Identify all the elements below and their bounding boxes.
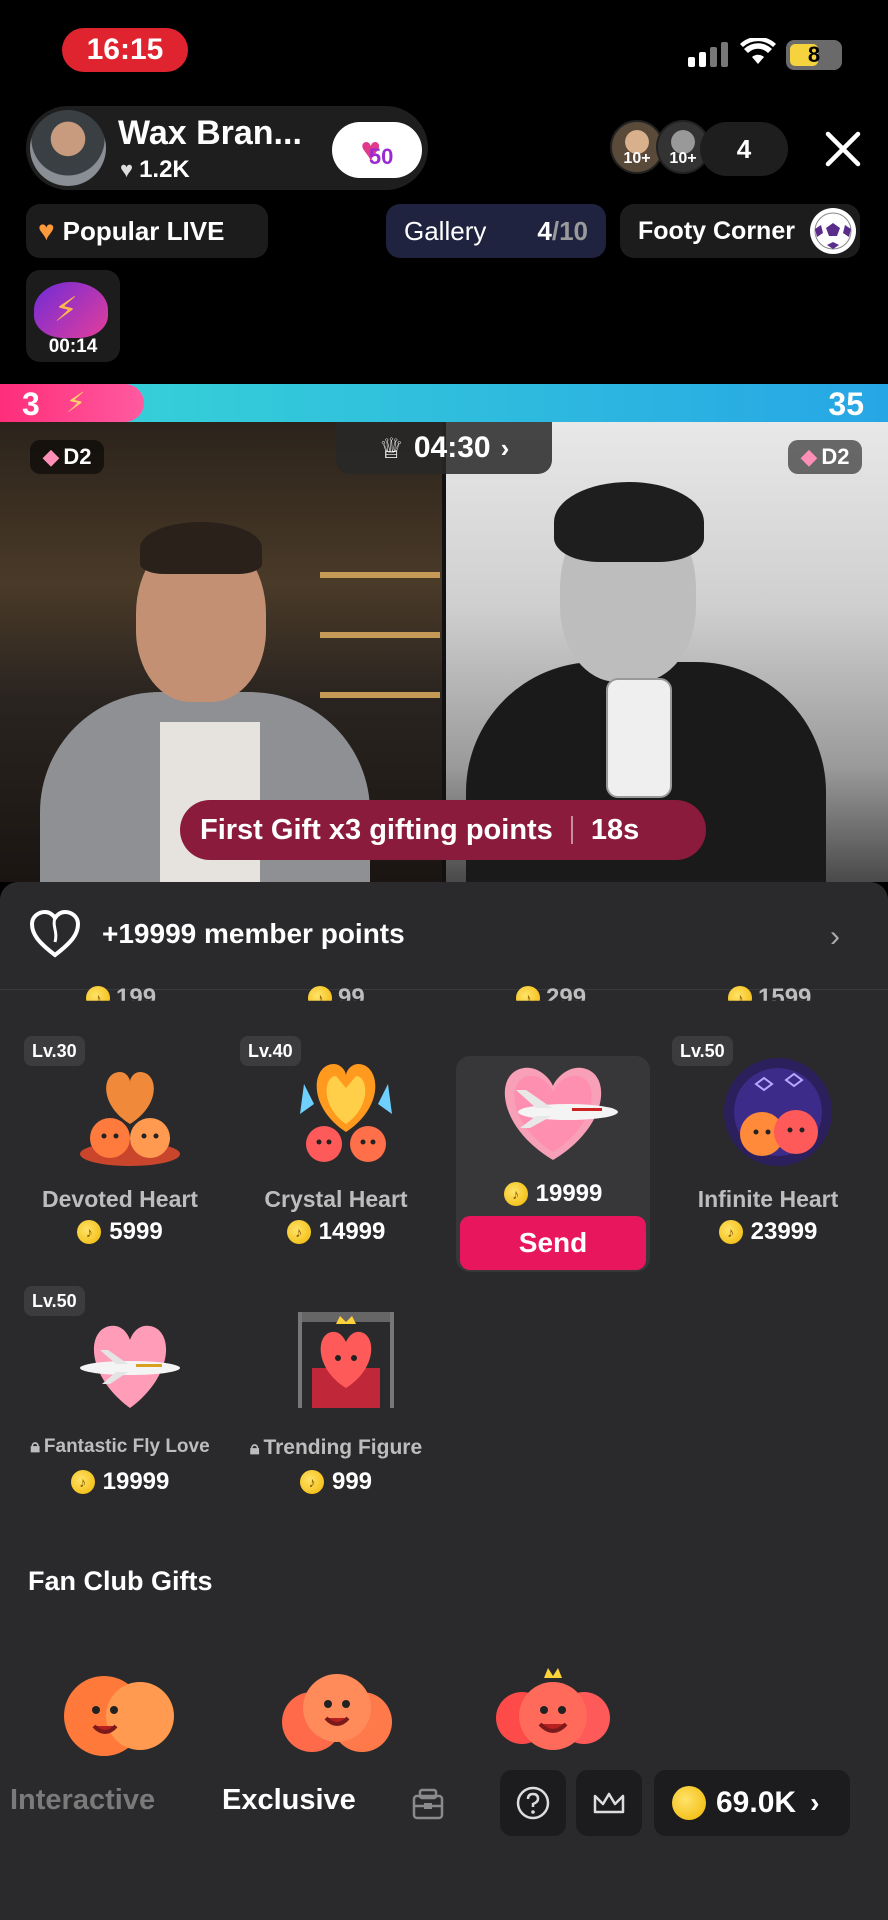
crystal-heart-icon — [300, 1064, 392, 1162]
gift-name: Crystal Heart — [264, 1186, 408, 1212]
coin-icon: ♪ — [70, 1470, 95, 1494]
gift-price: ♪ 19999 — [12, 1468, 228, 1496]
team-level-badge[interactable]: ♥ 50 — [332, 122, 422, 178]
team-level: 50 — [368, 144, 394, 169]
coin-icon: ♪ — [286, 1220, 311, 1244]
status-time: 16:15 — [62, 28, 188, 72]
coin-icon: ♪ — [299, 1470, 324, 1494]
send-button[interactable]: Send — [460, 1216, 646, 1270]
fantastic-fly-love-icon — [80, 1325, 180, 1408]
trophy-icon: ♕ — [378, 432, 404, 464]
host-likes: ♥ 1.2K — [120, 156, 190, 184]
chevron-right-icon: › — [830, 920, 840, 953]
popular-live-chip[interactable]: ♥ Popular LIVE — [26, 204, 268, 258]
gift-fly-love-selected[interactable]: ♪ 19999 Send — [456, 1056, 650, 1272]
spark-icon: ⚡ — [66, 387, 86, 418]
host-avatar[interactable] — [30, 110, 106, 186]
gift-name: 🔒︎ Trending Figure — [249, 1436, 423, 1459]
viewer-count[interactable]: 4 — [700, 122, 788, 176]
member-points-text: +19999 member points — [102, 918, 405, 949]
fan-club-gifts-title: Fan Club Gifts — [28, 1566, 213, 1596]
rank-badge-right[interactable]: ◆ D2 — [788, 440, 862, 474]
coin-icon: ♪ — [77, 1220, 102, 1244]
soccer-ball-icon — [810, 208, 856, 254]
gift-devoted-heart[interactable]: Lv.30 Devoted Heart ♪ 5999 — [12, 1036, 228, 1266]
gift-crystal-heart[interactable]: Lv.40 Crystal Heart ♪ 14999 — [228, 1036, 444, 1266]
gift-name: Infinite Heart — [697, 1186, 839, 1212]
host-likes-count: 1.2K — [139, 156, 190, 183]
footy-corner-chip[interactable]: Footy Corner — [620, 204, 860, 258]
tab-exclusive[interactable]: Exclusive — [222, 1784, 356, 1817]
coin-icon: ♪ — [503, 1182, 528, 1206]
gift-price: ♪ 999 — [228, 1468, 444, 1496]
viewer-badge: 10+ — [623, 150, 651, 167]
gift-price: ♪ 23999 — [660, 1218, 876, 1246]
flame-heart-icon: ♥ — [38, 215, 55, 246]
coin-icon: ♪ — [718, 1220, 743, 1244]
gift-price: ♪ 14999 — [228, 1218, 444, 1246]
coin-balance: 69.0K — [716, 1786, 797, 1819]
viewer-badge: 10+ — [669, 150, 697, 167]
battery-level: 8 — [807, 42, 821, 67]
chevron-right-icon: › — [810, 1787, 820, 1818]
rank-label: D2 — [821, 444, 850, 469]
crown-button[interactable] — [576, 1770, 642, 1836]
gift-fantastic-fly-love[interactable]: Lv.50 🔒︎ Fantastic Fly Love ♪ 19999 — [12, 1286, 228, 1516]
gallery-label: Gallery — [404, 215, 487, 246]
help-button[interactable] — [500, 1770, 566, 1836]
rank-label: D2 — [63, 444, 92, 469]
signal-icon — [688, 42, 728, 67]
tab-interactive[interactable]: Interactive — [10, 1784, 155, 1817]
footy-corner-label: Footy Corner — [638, 216, 795, 245]
chevron-right-icon: › — [500, 432, 510, 463]
gift-name: 🔒︎ Fantastic Fly Love — [30, 1436, 210, 1457]
fan-gift-icon[interactable] — [272, 1652, 402, 1762]
battle-time: 04:30 — [413, 431, 491, 464]
fly-love-heart-icon — [504, 1067, 618, 1160]
gift-trending-figure[interactable]: 🔒︎ Trending Figure ♪ 999 — [228, 1286, 444, 1516]
popular-live-label: Popular LIVE — [62, 215, 225, 246]
host-name: Wax Bran... — [118, 114, 302, 152]
battle-left-fill: 3 ⚡ — [0, 384, 144, 422]
diamond-icon: ◆ — [42, 444, 60, 469]
devoted-heart-icon — [80, 1072, 180, 1166]
battle-score-bar: 3 ⚡ 35 — [0, 384, 888, 422]
gift-infinite-heart[interactable]: Lv.50 Infinite Heart ♪ 23999 — [660, 1036, 876, 1266]
lock-icon: 🔒︎ — [30, 1436, 40, 1456]
left-score: 3 — [22, 386, 40, 422]
fan-gift-icon[interactable] — [488, 1652, 618, 1762]
gift-name: Devoted Heart — [42, 1186, 198, 1212]
first-gift-time: 18s — [590, 813, 640, 846]
trending-figure-icon — [298, 1312, 394, 1408]
first-gift-banner: First Gift x3 gifting points 18s — [180, 800, 706, 860]
battery-icon: 8 — [786, 40, 842, 70]
coin-icon — [672, 1786, 706, 1820]
first-gift-text: First Gift x3 gifting points — [200, 813, 553, 846]
coin-balance-button[interactable]: 69.0K › — [654, 1770, 850, 1836]
crown-icon — [593, 1792, 625, 1814]
heart-outline-icon — [29, 909, 81, 958]
battle-timer[interactable]: ♕ 04:30 › — [336, 422, 552, 474]
gift-price: ♪ 19999 — [456, 1180, 650, 1208]
gallery-count: 4/10 — [537, 215, 588, 246]
gift-countdown: 00:14 — [48, 336, 98, 357]
close-icon[interactable] — [820, 126, 866, 172]
diamond-icon: ◆ — [800, 444, 818, 469]
gift-box-icon[interactable] — [410, 1786, 446, 1822]
member-points-row[interactable]: +19999 member points › — [0, 882, 888, 990]
infinite-heart-icon — [724, 1058, 832, 1166]
question-icon — [516, 1786, 550, 1820]
lock-icon: 🔒︎ — [249, 1438, 260, 1458]
rank-badge-left[interactable]: ◆ D2 — [30, 440, 104, 474]
gallery-chip[interactable]: Gallery 4/10 — [386, 204, 606, 258]
lightning-icon: ⚡ — [54, 291, 78, 329]
gift-price: ♪ 5999 — [12, 1218, 228, 1246]
right-score: 35 — [828, 386, 864, 422]
fan-gift-icon[interactable] — [56, 1652, 186, 1762]
top-viewers[interactable]: 10+ 10+ — [610, 120, 710, 176]
gift-countdown-widget[interactable]: ⚡ 00:14 — [26, 270, 120, 362]
heart-icon: ♥ — [120, 157, 134, 182]
wifi-icon — [740, 38, 776, 64]
